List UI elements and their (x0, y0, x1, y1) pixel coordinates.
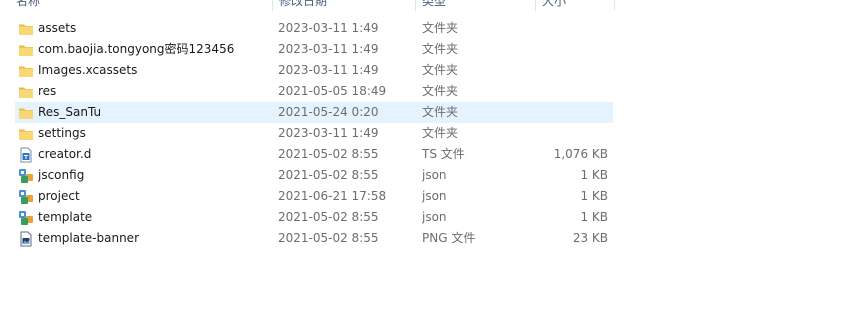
column-header: 名称 修改日期 类型 大小 (0, 0, 620, 11)
modified-date: 2021-05-24 0:20 (278, 105, 379, 119)
file-row[interactable]: settings 2023-03-11 1:49 文件夹 (15, 123, 613, 144)
file-size (535, 39, 608, 60)
file-list: assets 2023-03-11 1:49 文件夹 com.baojia.tongy… (15, 18, 613, 249)
folder-icon (18, 84, 34, 100)
file-size (535, 18, 608, 39)
file-explorer: 名称 修改日期 类型 大小 assets 2023-03-11 1:49 文件夹 co… (0, 0, 845, 315)
column-size-header[interactable]: 大小 (542, 0, 612, 11)
file-row[interactable]: assets 2023-03-11 1:49 文件夹 (15, 18, 613, 39)
file-name: jsconfig (38, 168, 85, 182)
column-divider[interactable] (415, 0, 416, 11)
file-row[interactable]: template 2021-05-02 8:55 json 1 KB (15, 207, 613, 228)
file-name: project (38, 189, 80, 203)
modified-date: 2021-06-21 17:58 (278, 189, 387, 203)
file-type: 文件夹 (422, 126, 459, 140)
file-name: template (38, 210, 93, 224)
file-name: Res_SanTu (38, 105, 102, 119)
json-file-icon (18, 189, 34, 205)
file-size: 1,076 KB (553, 147, 608, 161)
column-divider[interactable] (535, 0, 536, 11)
file-type: 文件夹 (422, 21, 459, 35)
folder-icon (18, 42, 34, 58)
modified-date: 2021-05-02 8:55 (278, 231, 379, 245)
file-name: creator.d (38, 147, 92, 161)
column-type-header[interactable]: 类型 (422, 0, 532, 11)
file-row[interactable]: project 2021-06-21 17:58 json 1 KB (15, 186, 613, 207)
png-file-icon (18, 231, 34, 247)
file-type: TS 文件 (422, 147, 465, 161)
file-name: settings (38, 126, 86, 140)
file-size (535, 81, 608, 102)
file-type: 文件夹 (422, 42, 459, 56)
file-row[interactable]: Images.xcassets 2023-03-11 1:49 文件夹 (15, 60, 613, 81)
file-type: json (422, 210, 447, 224)
modified-date: 2021-05-02 8:55 (278, 210, 379, 224)
file-size (535, 123, 608, 144)
file-row[interactable]: creator.d 2021-05-02 8:55 TS 文件 1,076 KB (15, 144, 613, 165)
modified-date: 2021-05-05 18:49 (278, 84, 387, 98)
file-type: json (422, 168, 447, 182)
file-type: json (422, 189, 447, 203)
modified-date: 2023-03-11 1:49 (278, 42, 379, 56)
column-divider[interactable] (614, 0, 615, 11)
file-name: Images.xcassets (38, 63, 138, 77)
folder-icon (18, 105, 34, 121)
file-type: 文件夹 (422, 84, 459, 98)
folder-icon (18, 21, 34, 37)
file-type: 文件夹 (422, 63, 459, 77)
file-type: PNG 文件 (422, 231, 476, 245)
file-size: 1 KB (580, 168, 608, 182)
file-row[interactable]: template-banner 2021-05-02 8:55 PNG 文件 23 K… (15, 228, 613, 249)
file-row[interactable]: res 2021-05-05 18:49 文件夹 (15, 81, 613, 102)
folder-icon (18, 63, 34, 79)
file-size (535, 60, 608, 81)
file-size: 1 KB (580, 210, 608, 224)
modified-date: 2023-03-11 1:49 (278, 126, 379, 140)
json-file-icon (18, 210, 34, 226)
file-row[interactable]: com.baojia.tongyong密码123456 2023-03-11 1:… (15, 39, 613, 60)
column-date-header[interactable]: 修改日期 (279, 0, 409, 11)
modified-date: 2021-05-02 8:55 (278, 147, 379, 161)
file-size (535, 102, 608, 123)
file-type: 文件夹 (422, 105, 459, 119)
file-row[interactable]: Res_SanTu 2021-05-24 0:20 文件夹 (15, 102, 613, 123)
folder-icon (18, 126, 34, 142)
file-name: template-banner (38, 231, 139, 245)
file-name: assets (38, 21, 77, 35)
file-name: com.baojia.tongyong密码123456 (38, 42, 235, 56)
modified-date: 2023-03-11 1:49 (278, 21, 379, 35)
file-row[interactable]: jsconfig 2021-05-02 8:55 json 1 KB (15, 165, 613, 186)
file-size: 23 KB (572, 231, 608, 245)
file-name: res (38, 84, 57, 98)
json-file-icon (18, 168, 34, 184)
column-divider[interactable] (272, 0, 273, 11)
file-size: 1 KB (580, 189, 608, 203)
modified-date: 2021-05-02 8:55 (278, 168, 379, 182)
ts-file-icon (18, 147, 34, 163)
modified-date: 2023-03-11 1:49 (278, 63, 379, 77)
column-name-header[interactable]: 名称 (16, 0, 266, 11)
